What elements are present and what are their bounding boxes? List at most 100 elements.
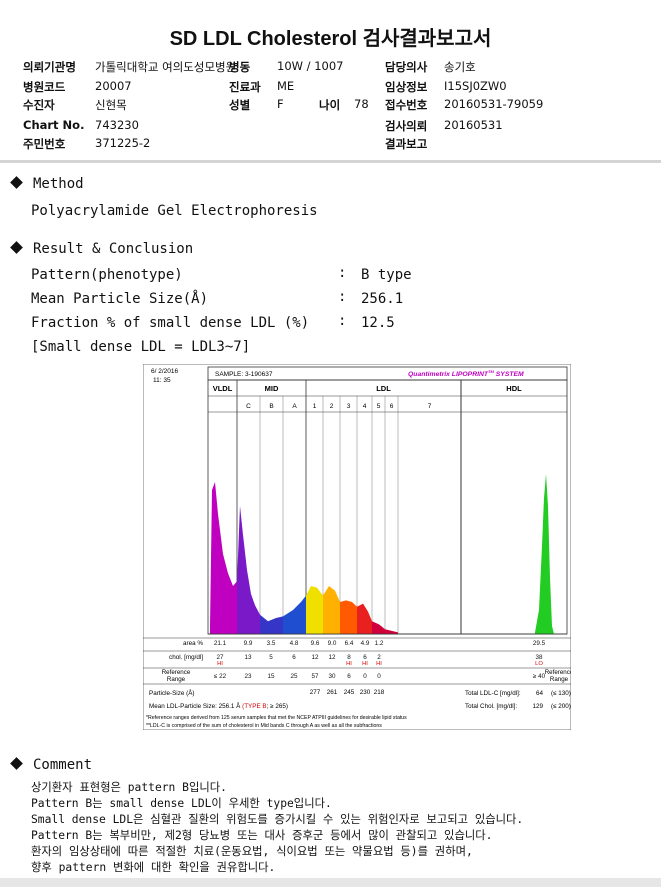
band-label: C — [246, 403, 251, 410]
department-label: 진료과 — [229, 80, 261, 94]
row-value: 6 — [347, 673, 351, 680]
band-label: 6 — [390, 403, 394, 410]
flag-value: HI — [217, 661, 223, 667]
sample-id: SAMPLE: 3-190637 — [215, 371, 273, 378]
row-value: 0 — [377, 673, 381, 680]
result-separator: : — [338, 289, 347, 305]
hospital-code-value: 20007 — [95, 79, 132, 93]
test-request-label: 검사의뢰 — [385, 119, 428, 133]
receipt-no-value: 20160531-79059 — [444, 97, 544, 111]
row-value: 29.5 — [533, 640, 546, 647]
result-separator: : — [338, 265, 347, 281]
doctor-value: 송기호 — [444, 60, 476, 74]
footnote: *Reference ranges derived from 125 serum… — [146, 715, 407, 721]
group-label: HDL — [506, 384, 522, 393]
row-value: 8 — [347, 654, 351, 661]
band-peak — [340, 600, 357, 634]
brand-suffix: SYSTEM — [494, 371, 524, 378]
lipoprint-chart: 6/ 2/2016 11: 35 SAMPLE: 3-190637 Quanti… — [143, 364, 571, 730]
row-value: 25 — [290, 673, 298, 680]
total-ldl-value: 64 — [536, 690, 544, 697]
flag-value: HI — [346, 661, 352, 667]
row-value: 27 — [216, 654, 224, 661]
institution-label: 의뢰기관명 — [23, 60, 76, 74]
doctor-label: 담당의사 — [385, 60, 428, 74]
department-value: ME — [277, 79, 295, 93]
band-label: 3 — [347, 403, 351, 410]
institution-value: 가톨릭대학교 여의도성모병원 — [95, 60, 237, 74]
mean-type-text: (TYPE B — [242, 703, 267, 710]
row-label: chol. [mg/dl] — [169, 654, 203, 661]
band-peak — [306, 586, 323, 634]
ward-value: 10W / 1007 — [277, 59, 344, 73]
resident-no-label: 주민번호 — [23, 137, 66, 151]
band-label: A — [292, 403, 297, 410]
sex-label: 성별 — [229, 98, 251, 112]
comment-line: Pattern B는 복부비만, 제2형 당뇨병 또는 대사 증후군 등에서 많… — [31, 829, 493, 842]
clinical-info-value: I15SJ0ZW0 — [444, 79, 507, 93]
row-value: 21.1 — [214, 640, 227, 647]
ward-label: 병동 — [229, 60, 251, 74]
band-label: 2 — [330, 403, 334, 410]
row-value: 12 — [328, 654, 336, 661]
comment-line: Pattern B는 small dense LDL이 우세한 type입니다. — [31, 797, 332, 810]
comment-line: Small dense LDL은 심혈관 질환의 위험도를 증가시킬 수 있는 … — [31, 813, 524, 826]
group-label: LDL — [376, 384, 391, 393]
row-value: 1.2 — [375, 640, 384, 647]
mean-size-text: Mean LDL-Particle Size: 256.1 Å — [149, 701, 241, 710]
row-value: ≤ 22 — [214, 673, 227, 680]
total-chol-value: 129 — [532, 703, 543, 710]
result-report-label: 결과보고 — [385, 137, 428, 151]
total-ldl-ref: (≤ 130) — [551, 690, 571, 697]
particle-size-value: 261 — [327, 689, 338, 696]
hospital-code-label: 병원코드 — [23, 80, 66, 94]
particle-size-value: 230 — [360, 689, 371, 696]
sex-value: F — [277, 97, 284, 111]
row-value: 15 — [267, 673, 275, 680]
flag-value: HI — [376, 661, 382, 667]
result-label: Pattern(phenotype) — [31, 267, 183, 283]
row-value: 3.5 — [267, 640, 276, 647]
test-request-value: 20160531 — [444, 118, 503, 132]
result-value: 12.5 — [361, 315, 395, 331]
chart-no-value: 743230 — [95, 118, 139, 132]
bottom-bar — [0, 878, 661, 887]
header-divider — [0, 160, 661, 163]
flag-value: HI — [362, 661, 368, 667]
clinical-info-label: 임상정보 — [385, 80, 428, 94]
band-label: 4 — [363, 403, 367, 410]
mean-size-line: Mean LDL-Particle Size: 256.1 Å (TYPE B;… — [149, 701, 288, 710]
row-value: 9.6 — [311, 640, 320, 647]
row-label: Range — [167, 676, 186, 683]
band-label: 1 — [313, 403, 317, 410]
row-value: 23 — [244, 673, 252, 680]
group-label: VLDL — [213, 384, 233, 393]
ref-range-label: Range — [550, 676, 569, 683]
result-label: Mean Particle Size(Å) — [31, 291, 209, 307]
age-label: 나이 — [319, 98, 341, 112]
resident-no-value: 371225-2 — [95, 136, 151, 150]
total-chol-label: Total Chol. [mg/dl]: — [465, 703, 517, 710]
comment-line: 상기환자 표현형은 pattern B입니다. — [31, 781, 227, 794]
row-value: 30 — [328, 673, 336, 680]
row-label: Reference — [162, 669, 191, 676]
sdldl-note: [Small dense LDL = LDL3~7] — [31, 339, 251, 355]
row-value: 9.9 — [244, 640, 253, 647]
comment-heading: Comment — [10, 757, 92, 773]
row-value: 0 — [363, 673, 367, 680]
mean-ref-text: ; ≥ 265) — [267, 703, 288, 710]
method-heading: Method — [10, 176, 84, 192]
method-heading-text: Method — [33, 176, 84, 192]
particle-size-label: Particle-Size (Å) — [149, 688, 195, 697]
ref-range-label: Reference — [545, 669, 571, 676]
report-title: SD LDL Cholesterol 검사결과보고서 — [169, 28, 492, 50]
row-value: 57 — [311, 673, 319, 680]
chart-time: 11: 35 — [153, 377, 171, 384]
patient-value: 신현목 — [95, 98, 127, 112]
row-value: 38 — [535, 654, 543, 661]
comment-line: 향후 pattern 변화에 대한 확인을 권유합니다. — [31, 861, 276, 874]
row-label: area % — [183, 640, 203, 647]
row-value: 6 — [292, 654, 296, 661]
total-ldl-label: Total LDL-C [mg/dl]: — [465, 690, 521, 697]
row-value: 4.9 — [361, 640, 370, 647]
